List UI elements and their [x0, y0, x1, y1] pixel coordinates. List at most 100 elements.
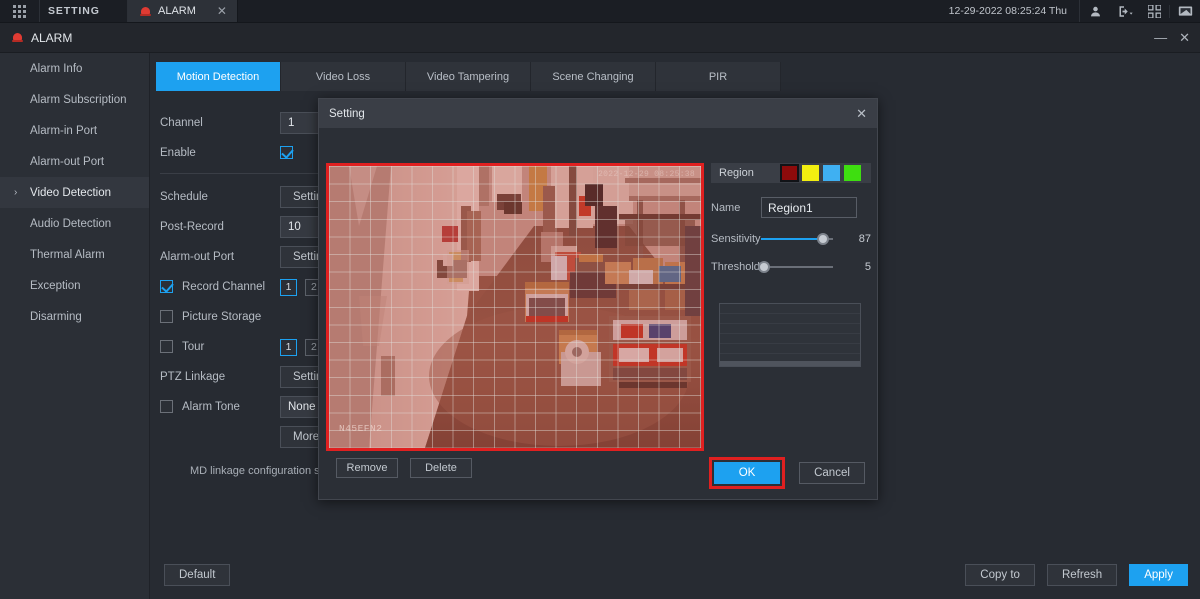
ptz-linkage-label: PTZ Linkage [160, 371, 280, 383]
region-color-swatches [781, 165, 861, 181]
region-name-row: Name Region1 [711, 197, 871, 218]
video-watermark: N45EFN2 [339, 423, 382, 434]
alarm-tone-checkbox[interactable] [160, 400, 173, 413]
sidebar-item-disarming[interactable]: Disarming [0, 301, 149, 332]
horizontal-scrollbar[interactable] [720, 361, 860, 366]
region-label: Region [719, 167, 781, 179]
page-header: ALARM — ✕ [0, 23, 1200, 53]
name-label: Name [711, 202, 761, 214]
slider-track [760, 266, 833, 268]
sidebar-item-label: Alarm Info [30, 63, 82, 75]
apply-button[interactable]: Apply [1129, 564, 1188, 586]
tab-setting[interactable]: SETTING [40, 0, 128, 22]
alarm-tab-label: ALARM [158, 5, 196, 17]
top-bar: SETTING ALARM ✕ 12-29-2022 08:25:24 Thu [0, 0, 1200, 23]
close-icon[interactable]: ✕ [217, 4, 227, 18]
sidebar-item-alarm-subscription[interactable]: Alarm Subscription [0, 84, 149, 115]
sensitivity-slider[interactable] [761, 232, 833, 246]
ok-button[interactable]: OK [714, 462, 780, 484]
grid-apps-icon [13, 5, 26, 18]
region-list-box[interactable] [719, 303, 861, 367]
sidebar-item-audio-detection[interactable]: Audio Detection [0, 208, 149, 239]
region-action-buttons: Remove Delete [336, 458, 472, 478]
record-channel-checkbox[interactable] [160, 280, 173, 293]
tab-label: Video Loss [316, 71, 370, 83]
sidebar-item-label: Audio Detection [30, 218, 111, 230]
sidebar-item-alarm-info[interactable]: Alarm Info [0, 53, 149, 84]
tour-label: Tour [182, 341, 204, 353]
sidebar-item-video-detection[interactable]: › Video Detection [0, 177, 149, 208]
enable-checkbox[interactable] [280, 146, 293, 159]
sidebar-item-label: Alarm-out Port [30, 156, 104, 168]
alarm-tone-checkbox-row[interactable]: Alarm Tone [160, 400, 280, 413]
default-button[interactable]: Default [164, 564, 230, 586]
qr-grid-icon[interactable] [1140, 5, 1170, 18]
dialog-title-bar: Setting ✕ [319, 99, 877, 128]
alarm-tone-label: Alarm Tone [182, 401, 240, 413]
sidebar-item-label: Disarming [30, 311, 82, 323]
sidebar-item-alarm-out-port[interactable]: Alarm-out Port [0, 146, 149, 177]
record-channel-option-1[interactable]: 1 [280, 279, 297, 296]
topbar-spacer [238, 0, 937, 22]
region-header: Region [711, 163, 871, 183]
region-color-3[interactable] [823, 165, 840, 181]
chevron-right-icon: › [14, 187, 17, 198]
record-channel-label: Record Channel [182, 281, 265, 293]
record-channel-checkbox-row[interactable]: Record Channel [160, 280, 280, 293]
close-icon[interactable]: ✕ [1179, 31, 1190, 44]
delete-button[interactable]: Delete [410, 458, 472, 478]
sensitivity-label: Sensitivity [711, 233, 761, 245]
tab-pir[interactable]: PIR [656, 62, 781, 91]
slider-fill [761, 238, 824, 240]
slider-knob[interactable] [817, 233, 829, 245]
dialog-footer: OK Cancel [709, 457, 865, 489]
threshold-slider[interactable] [760, 260, 833, 274]
logout-icon[interactable] [1110, 5, 1140, 18]
tour-checkbox-row[interactable]: Tour [160, 340, 280, 353]
copy-to-button[interactable]: Copy to [965, 564, 1035, 586]
region-color-2[interactable] [802, 165, 819, 181]
refresh-button[interactable]: Refresh [1047, 564, 1117, 586]
video-frame-image [329, 166, 701, 448]
close-icon[interactable]: ✕ [856, 107, 867, 120]
app-root: SETTING ALARM ✕ 12-29-2022 08:25:24 Thu [0, 0, 1200, 599]
video-preview[interactable]: 2022-12-29 08:25:38 N45EFN2 [329, 166, 701, 448]
user-icon[interactable] [1080, 5, 1110, 18]
dialog-body: 2022-12-29 08:25:38 N45EFN2 Remove Delet… [319, 128, 877, 501]
sidebar-item-thermal-alarm[interactable]: Thermal Alarm [0, 239, 149, 270]
remove-button[interactable]: Remove [336, 458, 398, 478]
channel-label: Channel [160, 117, 280, 129]
threshold-row: Threshold 5 [711, 260, 871, 274]
apps-menu-button[interactable] [0, 0, 40, 22]
tab-scene-changing[interactable]: Scene Changing [531, 62, 656, 91]
sidebar: Alarm Info Alarm Subscription Alarm-in P… [0, 53, 150, 599]
datetime-display: 12-29-2022 08:25:24 Thu [937, 0, 1080, 22]
picture-storage-checkbox-row[interactable]: Picture Storage [160, 310, 280, 323]
dialog-title: Setting [329, 108, 365, 120]
enable-label: Enable [160, 147, 280, 159]
sidebar-item-alarm-in-port[interactable]: Alarm-in Port [0, 115, 149, 146]
tab-label: Motion Detection [177, 71, 260, 83]
ok-button-highlight: OK [709, 457, 785, 489]
detection-tab-bar: Motion Detection Video Loss Video Tamper… [156, 62, 1200, 91]
cancel-button[interactable]: Cancel [799, 462, 865, 484]
slider-knob[interactable] [758, 261, 770, 273]
tab-label: Scene Changing [552, 71, 633, 83]
tab-label: Video Tampering [427, 71, 509, 83]
region-name-input[interactable]: Region1 [761, 197, 857, 218]
tab-video-tampering[interactable]: Video Tampering [406, 62, 531, 91]
minimize-icon[interactable]: — [1154, 31, 1167, 44]
region-color-1[interactable] [781, 165, 798, 181]
motion-region-editor[interactable]: 2022-12-29 08:25:38 N45EFN2 [326, 163, 704, 451]
tour-option-1[interactable]: 1 [280, 339, 297, 356]
topbar-right-group: 12-29-2022 08:25:24 Thu [937, 0, 1200, 22]
sidebar-item-exception[interactable]: Exception [0, 270, 149, 301]
region-color-4[interactable] [844, 165, 861, 181]
tab-motion-detection[interactable]: Motion Detection [156, 62, 281, 91]
screen-icon[interactable] [1170, 5, 1200, 18]
tour-checkbox[interactable] [160, 340, 173, 353]
sidebar-item-label: Alarm Subscription [30, 94, 127, 106]
tab-alarm[interactable]: ALARM ✕ [128, 0, 238, 22]
picture-storage-checkbox[interactable] [160, 310, 173, 323]
tab-video-loss[interactable]: Video Loss [281, 62, 406, 91]
